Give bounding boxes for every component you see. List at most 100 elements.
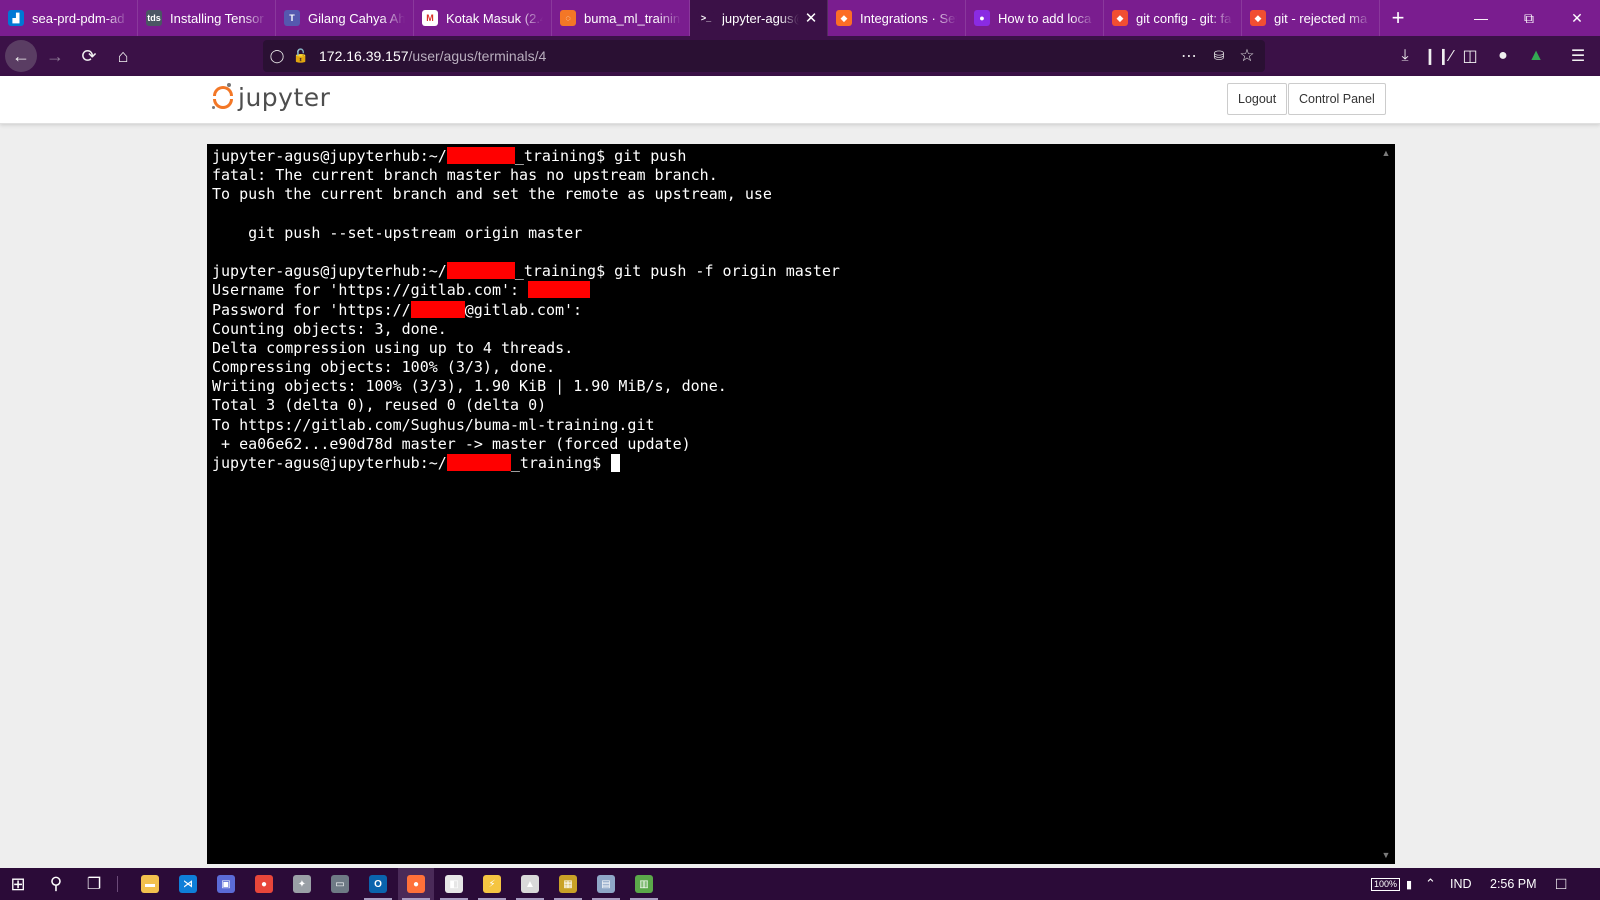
search-icon[interactable]: ⚲ [38,868,74,900]
terminal-line: Username for 'https://gitlab.com': [212,281,1377,300]
scroll-up-arrow-icon[interactable]: ▲ [1381,148,1391,158]
forward-button[interactable]: → [39,40,71,72]
power-icon: ▮ [1406,878,1413,891]
menu-icon[interactable]: ☰ [1562,40,1594,72]
browser-tab[interactable]: ◌ buma_ml_trainin [552,0,690,36]
firefox-icon[interactable]: ● [398,868,434,900]
vscode-icon[interactable]: ⋊ [170,868,206,900]
restore-window-button[interactable]: ⧉ [1506,0,1552,36]
shield-icon[interactable]: ◯ [267,46,287,66]
logout-button[interactable]: Logout [1227,83,1288,115]
terminal-line: Total 3 (delta 0), reused 0 (delta 0) [212,396,1377,415]
close-tab-icon[interactable]: ✕ [803,9,819,27]
gitlab-icon: ◆ [836,10,852,26]
back-button[interactable]: ← [5,40,37,72]
page-actions-icon[interactable]: ⋯ [1179,46,1199,66]
terminal-text: jupyter-agus@jupyterhub:~/ [212,262,447,281]
terminal-text: Writing objects: 100% (3/3), 1.90 KiB | … [212,377,727,396]
close-window-button[interactable]: ✕ [1554,0,1600,36]
browser-tab-label: How to add loca [998,10,1092,26]
browser-tab[interactable]: M Kotak Masuk (2.4 [414,0,552,36]
photos-icon[interactable]: ▲ [512,868,548,900]
app-icon[interactable]: ▣ [208,868,244,900]
bookmark-star-icon[interactable]: ☆ [1237,46,1257,66]
app-icon[interactable]: ▥ [626,868,662,900]
jupyter-logo[interactable]: jupyter [212,82,330,112]
terminal-text: @gitlab.com': [464,300,583,319]
terminal-screen[interactable]: jupyter-agus@jupyterhub:~/ _training$ git… [212,147,1377,864]
browser-tab-label: git config - git: fa [1136,10,1232,26]
redacted-block [410,300,465,318]
browser-tab[interactable]: >_ jupyter-agus@ ✕ [690,0,828,36]
app-icon[interactable]: ◧ [436,868,472,900]
terminal-text: Password for 'https:// [212,300,411,319]
browser-tab[interactable]: ◆ Integrations · Set [828,0,966,36]
account-icon[interactable]: ● [1487,40,1519,72]
control-panel-button[interactable]: Control Panel [1288,83,1386,115]
azure-icon: ▟ [8,10,24,26]
browser-tab[interactable]: ◆ git - rejected ma [1242,0,1380,36]
home-button[interactable]: ⌂ [107,40,139,72]
browser-tab-label: sea-prd-pdm-ad [32,10,125,26]
taskbar-divider [117,876,118,892]
browser-tab-label: Gilang Cahya Ah [308,10,405,26]
terminal-line: Compressing objects: 100% (3/3), done. [212,358,1377,377]
git-icon: ◆ [1250,10,1266,26]
system-clock[interactable]: 2:56 PM [1490,868,1537,900]
windows-taskbar: ⊞ ⚲ ❐ 100% ▮ ⌃ IND 2:56 PM □ ▬ ⋊ ▣ ● ✦ ▭ O ● ◧ ⚡ ▲… [0,868,1600,900]
sidebar-icon[interactable]: ◫ [1454,40,1486,72]
terminal-line: Password for 'https:// @gitlab.com': [212,300,1377,320]
terminal-text: To push the current branch and set the r… [212,185,772,204]
terminal-text: jupyter-agus@jupyterhub:~/ [212,454,447,472]
app-icon-glyph: ⚡ [483,875,501,893]
gmail-icon: M [422,10,438,26]
remote-desktop-icon[interactable]: ▭ [322,868,358,900]
terminal-line: Writing objects: 100% (3/3), 1.90 KiB | … [212,377,1377,396]
app-icon-glyph: ◧ [445,875,463,893]
terminal-line: + ea06e62...e90d78d master -> master (fo… [212,435,1377,454]
battery-indicator[interactable]: 100% ▮ [1371,868,1412,900]
google-drive-icon[interactable]: ▲ [1520,40,1552,72]
browser-tab[interactable]: tds Installing Tensor [138,0,276,36]
app-icon[interactable]: ▤ [588,868,624,900]
terminal-text: git push --set-upstream origin master [212,223,583,242]
terminal-icon: >_ [698,10,714,26]
browser-tab[interactable]: ◆ git config - git: fa [1104,0,1242,36]
browser-tab[interactable]: ▟ sea-prd-pdm-ad [0,0,138,36]
pocket-icon[interactable]: ⛁ [1209,46,1229,66]
terminal[interactable]: jupyter-agus@jupyterhub:~/ _training$ git… [207,144,1395,864]
terminal-line: jupyter-agus@jupyterhub:~/ _training$ git… [212,262,1377,281]
downloads-icon[interactable]: ⤓ [1389,40,1421,72]
insecure-lock-icon[interactable]: 🔓 [291,46,311,66]
windows-start-icon[interactable]: ⊞ [0,868,36,900]
terminal-cursor [611,454,621,472]
file-explorer-icon[interactable]: ▬ [132,868,168,900]
browser-tab[interactable]: T Gilang Cahya Ah [276,0,414,36]
reload-button[interactable]: ⟳ [73,40,105,72]
chrome-icon[interactable]: ● [246,868,282,900]
input-language[interactable]: IND [1450,868,1472,900]
notifications-icon[interactable]: □ [1556,868,1566,900]
app-icon[interactable]: ✦ [284,868,320,900]
show-hidden-icons-chevron-icon[interactable]: ⌃ [1425,868,1436,900]
redacted-block [446,147,515,164]
new-tab-button[interactable]: + [1380,0,1416,36]
app-icon-glyph: ▥ [635,875,653,893]
minimize-window-button[interactable]: — [1458,0,1504,36]
address-bar[interactable]: ◯ 🔓 172.16.39.157/user/agus/terminals/4 … [263,40,1265,72]
terminal-text: + ea06e62...e90d78d master -> master (fo… [212,434,691,453]
library-icon[interactable]: ❙❙∕ [1422,40,1454,72]
app-icon[interactable]: ⚡ [474,868,510,900]
scroll-down-arrow-icon[interactable]: ▼ [1381,850,1391,860]
terminal-text: Compressing objects: 100% (3/3), done. [212,358,556,377]
terminal-line: jupyter-agus@jupyterhub:~/ _training$ git… [212,147,1377,166]
outlook-icon[interactable]: O [360,868,396,900]
browser-tab[interactable]: ● How to add loca [966,0,1104,36]
app-icon[interactable]: ▦ [550,868,586,900]
browser-tab-label: Kotak Masuk (2.4 [446,10,543,26]
file-explorer-icon-glyph: ▬ [141,875,159,893]
browser-tab-label: buma_ml_trainin [584,10,681,26]
app-icon-glyph: ▣ [217,875,235,893]
task-view-icon[interactable]: ❐ [76,868,112,900]
jupyter-wordmark: jupyter [238,82,331,112]
